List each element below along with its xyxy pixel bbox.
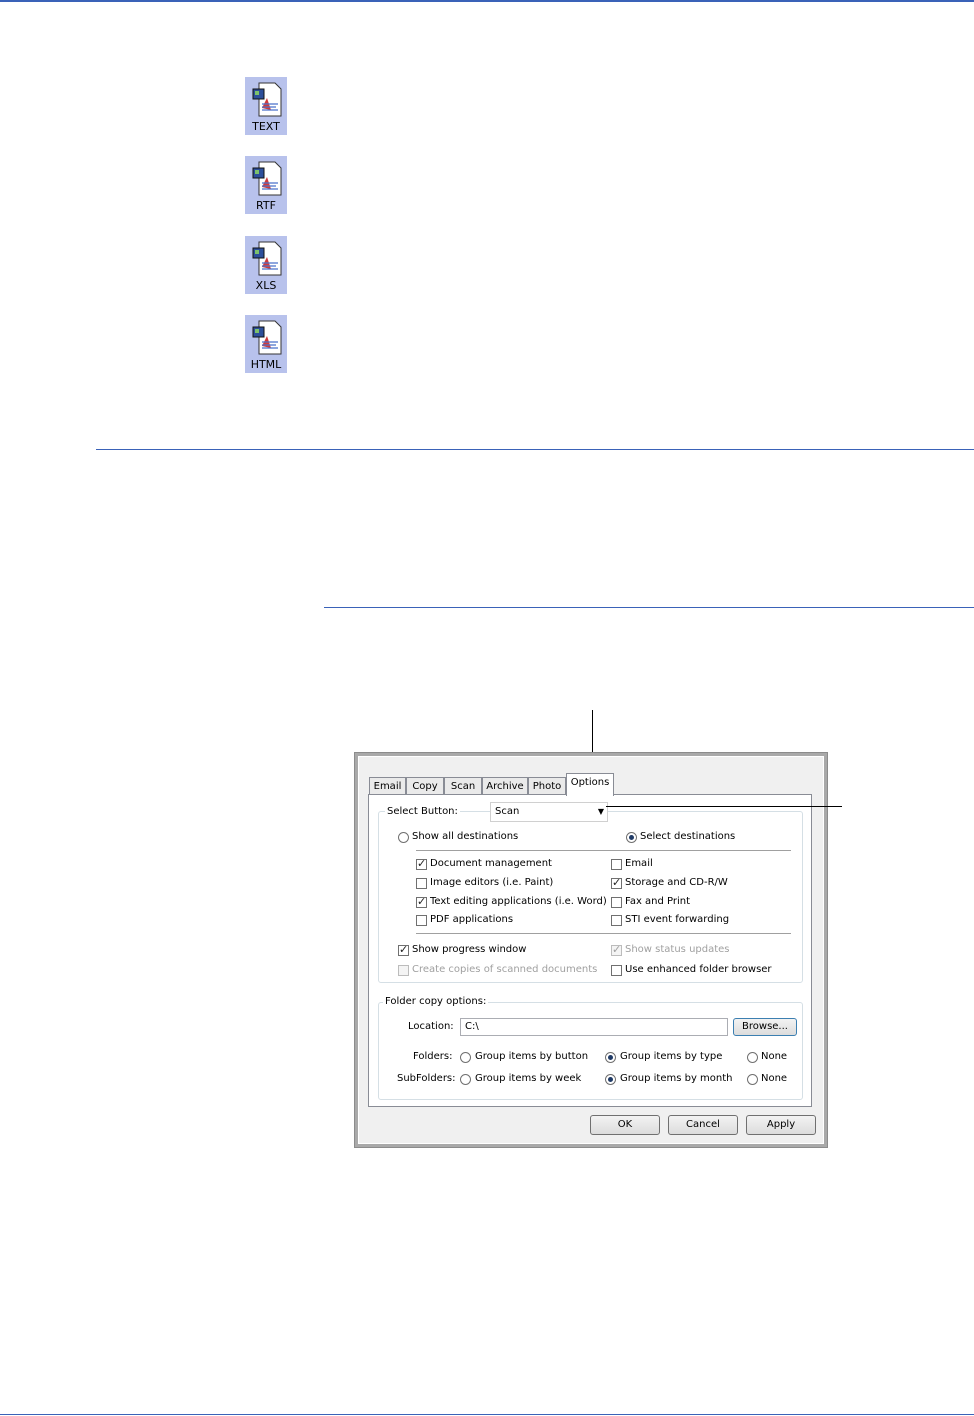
fax-print-label: Fax and Print [625, 896, 691, 907]
tab-email[interactable]: Email [369, 777, 406, 795]
select-destinations-label: Select destinations [640, 831, 736, 842]
fax-print-checkbox[interactable] [611, 897, 622, 908]
text-editing-checkbox[interactable] [416, 895, 427, 908]
section-rule [96, 449, 974, 450]
tab-options[interactable]: Options [566, 773, 614, 796]
show-status-checkbox [611, 943, 622, 956]
group-by-type-label: Group items by type [620, 1051, 723, 1062]
sti-event-checkbox[interactable] [611, 915, 622, 926]
text-editing-label: Text editing applications (i.e. Word) [430, 896, 607, 907]
location-label: Location: [408, 1021, 454, 1032]
options-dialog: Email Copy Scan Archive Photo Options Se… [354, 752, 828, 1148]
group-by-month-label: Group items by month [620, 1073, 733, 1084]
image-editors-label: Image editors (i.e. Paint) [430, 877, 554, 888]
enhanced-browser-checkbox[interactable] [611, 965, 622, 976]
select-button-dropdown[interactable]: Scan ▼ [490, 802, 608, 822]
storage-checkbox[interactable] [611, 876, 622, 889]
group-by-week-radio[interactable] [460, 1074, 471, 1085]
subsection-rule [324, 607, 974, 608]
enhanced-browser-label: Use enhanced folder browser [625, 964, 772, 975]
subfolders-label: SubFolders: [397, 1073, 456, 1084]
xls-format-icon: XLS [245, 236, 287, 294]
format-label: RTF [256, 199, 276, 212]
options-panel: Select Button: Scan ▼ Show all destinati… [368, 794, 812, 1107]
apply-button[interactable]: Apply [746, 1115, 816, 1135]
ok-button[interactable]: OK [590, 1115, 660, 1135]
document-icon [252, 241, 282, 276]
show-progress-label: Show progress window [412, 944, 527, 955]
email-checkbox[interactable] [611, 859, 622, 870]
show-progress-checkbox[interactable] [398, 943, 409, 956]
folders-label: Folders: [413, 1051, 453, 1062]
group-by-button-radio[interactable] [460, 1052, 471, 1063]
format-label: XLS [255, 279, 277, 292]
html-format-icon: HTML [245, 315, 287, 373]
create-copies-checkbox [398, 965, 409, 976]
tab-copy[interactable]: Copy [406, 777, 444, 795]
subfolders-none-label: None [761, 1073, 788, 1084]
rtf-format-icon: RTF [245, 156, 287, 214]
format-label: HTML [250, 358, 282, 371]
sti-event-label: STI event forwarding [625, 914, 730, 925]
group-by-button-label: Group items by button [475, 1051, 589, 1062]
select-destinations-radio[interactable] [626, 832, 637, 843]
group-by-type-radio[interactable] [605, 1052, 616, 1063]
cancel-button[interactable]: Cancel [668, 1115, 738, 1135]
folders-none-radio[interactable] [747, 1052, 758, 1063]
tab-scan[interactable]: Scan [444, 777, 482, 795]
select-button-value: Scan [495, 806, 520, 817]
group-by-month-radio[interactable] [605, 1074, 616, 1085]
folder-copy-title: Folder copy options: [383, 996, 489, 1007]
create-copies-label: Create copies of scanned documents [412, 964, 598, 975]
top-rule [0, 0, 974, 2]
dialog-body: Email Copy Scan Archive Photo Options Se… [358, 756, 824, 1144]
subfolders-none-radio[interactable] [747, 1074, 758, 1085]
document-management-label: Document management [430, 858, 552, 869]
bottom-rule [0, 1414, 974, 1415]
chevron-down-icon: ▼ [597, 807, 604, 816]
storage-label: Storage and CD-R/W [625, 877, 728, 888]
image-editors-checkbox[interactable] [416, 878, 427, 889]
tab-archive[interactable]: Archive [482, 777, 528, 795]
text-format-icon: TEXT [245, 77, 287, 135]
email-label: Email [625, 858, 653, 869]
select-button-label: Select Button: [385, 806, 460, 817]
pdf-applications-label: PDF applications [430, 914, 514, 925]
group-by-week-label: Group items by week [475, 1073, 582, 1084]
document-icon [252, 320, 282, 355]
select-button-callout [606, 806, 842, 807]
pdf-applications-checkbox[interactable] [416, 915, 427, 926]
format-label: TEXT [252, 120, 280, 133]
categories-divider [416, 933, 791, 934]
document-icon [252, 161, 282, 196]
show-all-destinations-radio[interactable] [398, 832, 409, 843]
document-management-checkbox[interactable] [416, 857, 427, 870]
document-icon [252, 82, 282, 117]
folders-none-label: None [761, 1051, 788, 1062]
show-status-label: Show status updates [625, 944, 730, 955]
browse-button[interactable]: Browse... [733, 1018, 797, 1036]
show-all-destinations-label: Show all destinations [412, 831, 519, 842]
destinations-divider [416, 850, 791, 851]
tab-photo[interactable]: Photo [528, 777, 566, 795]
location-input[interactable]: C:\ [460, 1018, 728, 1036]
